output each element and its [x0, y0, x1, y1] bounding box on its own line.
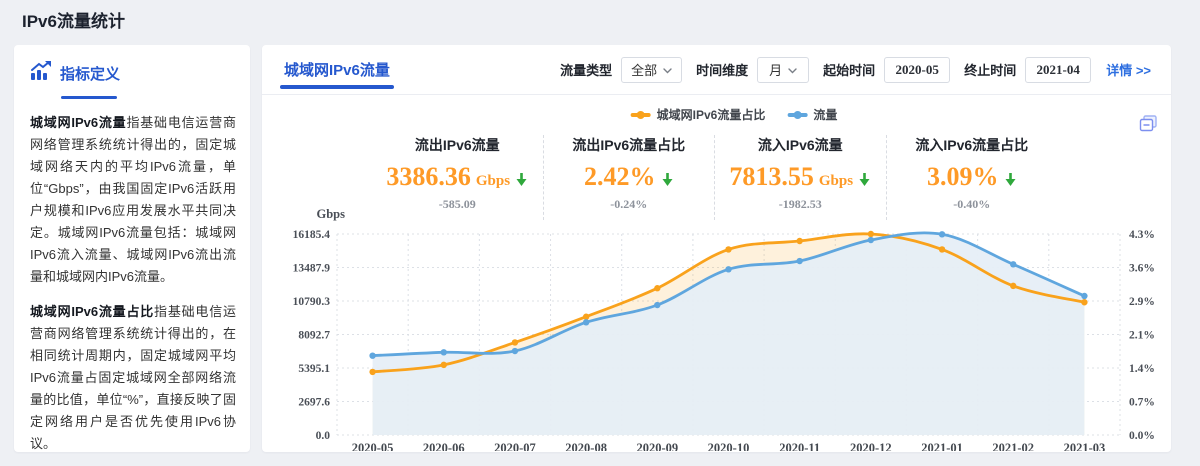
right-tick-label: 0.7% [1129, 397, 1155, 409]
x-tick-label: 2020-09 [636, 441, 678, 451]
x-tick-label: 2020-05 [352, 441, 394, 451]
right-tick-label: 0.0% [1129, 430, 1155, 442]
stat-title: 流入IPv6流量占比 [887, 135, 1058, 155]
traffic-type-value: 全部 [631, 60, 657, 79]
x-tick-label: 2021-02 [992, 441, 1034, 451]
traffic-type-select[interactable]: 全部 [621, 57, 682, 83]
x-tick-label: 2021-01 [921, 441, 963, 451]
start-date-input[interactable] [884, 57, 950, 83]
x-tick-label: 2020-12 [850, 441, 892, 451]
legend-label: 流量 [813, 106, 837, 123]
time-dimension-select[interactable]: 月 [757, 57, 809, 83]
time-dimension-value: 月 [769, 60, 782, 79]
legend-marker-blue [787, 113, 807, 117]
down-arrow-icon [1004, 172, 1017, 192]
end-time-label: 终止时间 [964, 60, 1016, 79]
detail-link[interactable]: 详情 >> [1106, 60, 1151, 79]
stat-title: 流入IPv6流量 [715, 135, 886, 155]
definition-card: 指标定义 城域网IPv6流量指基础电信运营商网络管理系统统计得出的，固定城域网络… [14, 45, 250, 452]
chart-legend: 城域网IPv6流量占比 流量 [631, 106, 838, 123]
x-tick-label: 2020-10 [708, 441, 750, 451]
traffic-panel: 城域网IPv6流量 流量类型 全部 时间维度 月 起始时间 终止时间 [262, 45, 1171, 452]
end-date-input[interactable] [1025, 57, 1091, 83]
legend-marker-orange [631, 113, 651, 117]
page: IPv6流量统计 指标定义 城域网IPv6流量指基础电信运营商网络管理系统统计得… [0, 0, 1200, 452]
x-tick-label: 2020-06 [423, 441, 465, 451]
chart-toolbox-icon[interactable] [1139, 115, 1158, 137]
title-underline [61, 96, 117, 99]
traffic-type-label: 流量类型 [560, 60, 612, 79]
legend-item-traffic[interactable]: 流量 [787, 106, 837, 123]
down-arrow-icon [661, 172, 674, 192]
definition-term: 城域网IPv6流量占比 [30, 304, 154, 319]
stat-value: 3386.36 [386, 162, 471, 192]
legend-label: 城域网IPv6流量占比 [657, 106, 766, 123]
tab-label: 城域网IPv6流量 [284, 59, 390, 80]
page-title: IPv6流量统计 [0, 0, 1200, 32]
left-tick-label: 16185.4 [293, 229, 331, 241]
definition-text: 指基础电信运营商网络管理系统统计得出的，固定城域网络天内的平均IPv6流量，单位… [30, 115, 236, 284]
definition-paragraph: 城域网IPv6流量占比指基础电信运营商网络管理系统统计得出的，在相同统计周期内，… [30, 301, 236, 455]
definition-title: 指标定义 [60, 63, 120, 84]
bar-chart-icon [30, 61, 52, 86]
content: 指标定义 城域网IPv6流量指基础电信运营商网络管理系统统计得出的，固定城域网络… [14, 45, 1200, 452]
right-tick-label: 3.6% [1129, 263, 1155, 275]
right-tick-label: 4.3% [1129, 229, 1155, 241]
x-tick-label: 2021-03 [1064, 441, 1106, 451]
chevron-down-icon [788, 62, 797, 77]
left-tick-label: 0.0 [316, 430, 331, 442]
filter-bar: 流量类型 全部 时间维度 月 起始时间 终止时间 详情 >> [555, 57, 1151, 83]
left-tick-label: 13487.9 [293, 263, 331, 275]
chevron-down-icon [663, 62, 672, 77]
right-tick-label: 2.1% [1129, 330, 1155, 342]
stat-title: 流出IPv6流量 [372, 135, 543, 155]
right-tick-label: 2.9% [1129, 296, 1155, 308]
line-chart[interactable]: Gbps 16185.4 4.3% 13487.9 3.6% 10790.3 2.9% 809… [262, 195, 1171, 451]
x-tick-label: 2020-08 [565, 441, 607, 451]
down-arrow-icon [858, 172, 871, 192]
stat-value: 3.09% [927, 162, 999, 192]
stat-unit: Gbps [476, 173, 510, 190]
stat-title: 流出IPv6流量占比 [544, 135, 715, 155]
stat-value: 2.42% [584, 162, 656, 192]
start-time-label: 起始时间 [823, 60, 875, 79]
down-arrow-icon [515, 172, 528, 192]
left-tick-label: 8092.7 [298, 330, 330, 342]
left-axis-name: Gbps [317, 207, 346, 221]
time-dimension-label: 时间维度 [696, 60, 748, 79]
definition-paragraph: 城域网IPv6流量指基础电信运营商网络管理系统统计得出的，固定城域网络天内的平均… [30, 112, 236, 288]
left-tick-label: 2697.6 [298, 397, 330, 409]
legend-item-ratio[interactable]: 城域网IPv6流量占比 [631, 106, 766, 123]
panel-header: 城域网IPv6流量 流量类型 全部 时间维度 月 起始时间 终止时间 [262, 45, 1171, 95]
right-tick-label: 1.4% [1129, 363, 1155, 375]
definition-term: 城域网IPv6流量 [30, 115, 126, 130]
definition-header: 指标定义 [30, 61, 236, 86]
stat-unit: Gbps [819, 173, 853, 190]
stat-value: 7813.55 [729, 162, 814, 192]
left-tick-label: 10790.3 [293, 296, 331, 308]
x-tick-label: 2020-11 [779, 441, 820, 451]
tab-metro-ipv6-traffic[interactable]: 城域网IPv6流量 [284, 45, 390, 94]
x-tick-label: 2020-07 [494, 441, 536, 451]
legend-row: 城域网IPv6流量占比 流量 [262, 106, 1171, 126]
left-tick-label: 5395.1 [298, 363, 330, 375]
definition-text: 指基础电信运营商网络管理系统统计得出的，在相同统计周期内，固定城域网平均IPv6… [30, 304, 236, 451]
